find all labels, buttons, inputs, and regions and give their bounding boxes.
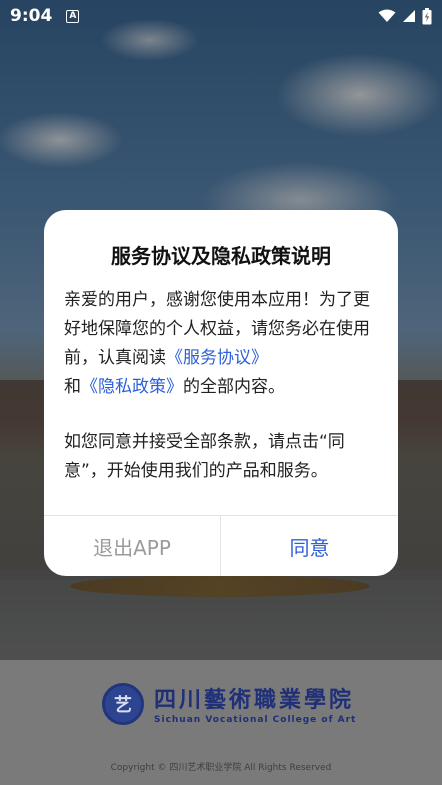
college-name-cn: 四川藝術職業學院 [154, 687, 355, 713]
privacy-dialog: 服务协议及隐私政策说明 亲爱的用户，感谢您使用本应用！为了更好地保障您的个人权益… [44, 210, 398, 576]
battery-charging-icon [422, 7, 432, 24]
status-icons [378, 7, 432, 25]
intro-tail-text: 的全部内容。 [183, 377, 285, 397]
dialog-title: 服务协议及隐私政策说明 [111, 244, 331, 268]
signal-icon [403, 10, 415, 22]
footer: 艺 四川藝術職業學院 Sichuan Vocational College of… [0, 660, 442, 785]
privacy-policy-link[interactable]: 《隐私政策》 [81, 377, 183, 397]
college-name-en: Sichuan Vocational College of Art [154, 715, 357, 725]
a-badge-icon: A [66, 9, 80, 23]
college-emblem-icon: 艺 [102, 682, 144, 725]
agree-button[interactable]: 同意 [221, 516, 398, 576]
college-name: 四川藝術職業學院 Sichuan Vocational College of A… [154, 682, 356, 725]
copyright-text: Copyright © 四川艺术职业学院 All Rights Reserved [110, 763, 332, 773]
and-text: 和 [64, 377, 81, 397]
dialog-body: 亲爱的用户，感谢您使用本应用！为了更好地保障您的个人权益，请您务必在使用前，认真… [64, 286, 380, 486]
consent-paragraph: 如您同意并接受全部条款，请点击“同意”，开始使用我们的产品和服务。 [64, 432, 345, 481]
intro-paragraph: 亲爱的用户，感谢您使用本应用！为了更好地保障您的个人权益，请您务必在使用前，认真… [64, 286, 380, 402]
wifi-icon [378, 9, 396, 22]
status-time: 9:04 [10, 6, 53, 26]
college-logo: 艺 四川藝術職業學院 Sichuan Vocational College of… [102, 682, 356, 725]
status-bar: 9:04 A [0, 0, 442, 32]
service-agreement-link[interactable]: 《服务协议》 [166, 348, 268, 368]
exit-app-button[interactable]: 退出APP [44, 516, 220, 576]
